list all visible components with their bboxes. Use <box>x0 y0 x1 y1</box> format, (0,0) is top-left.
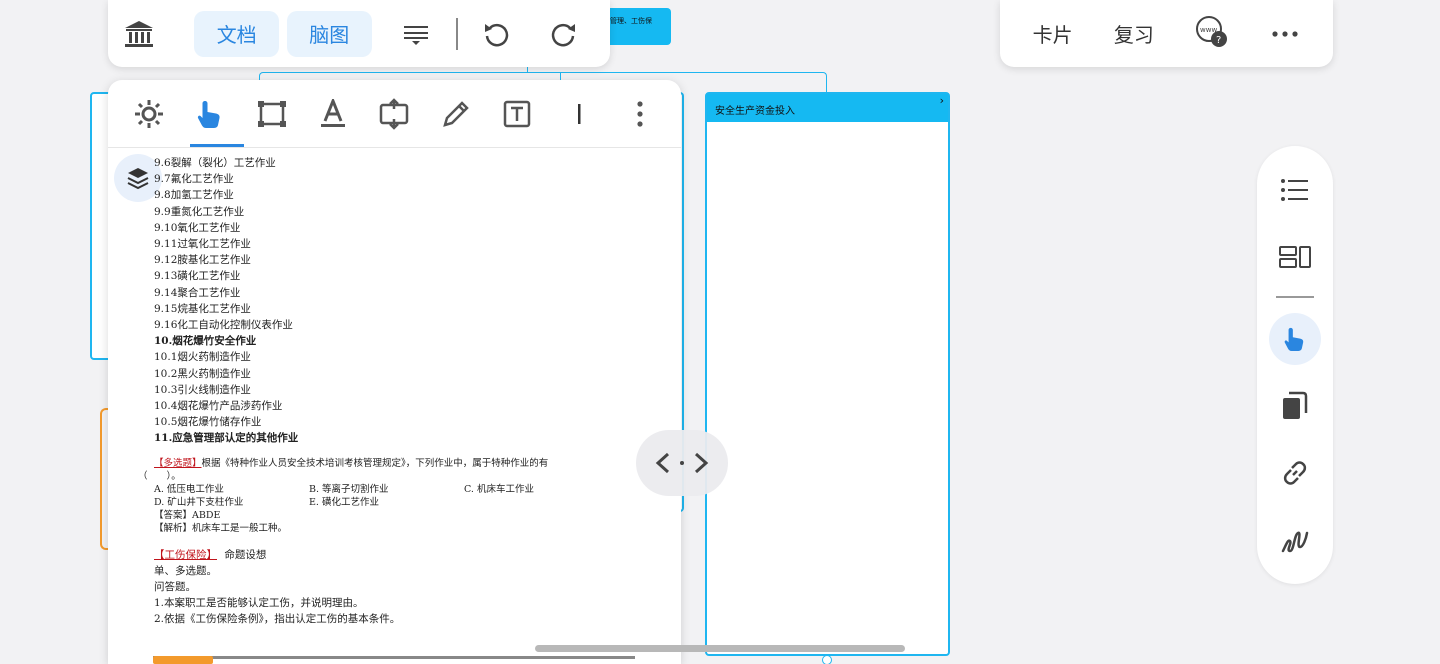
text-style-icon[interactable] <box>313 94 353 134</box>
option-e: E. 磺化工艺作业 <box>309 496 379 508</box>
list-icon[interactable] <box>1269 164 1321 216</box>
chevron-right-icon[interactable]: › <box>940 94 944 107</box>
question-text: 根据《特种作业人员安全技术培训考核管理规定》，下列作业中，属于特种作业的有 <box>201 457 549 469</box>
option-c: C. 机床车工作业 <box>464 483 534 495</box>
mindmap-node-title: 安全生产资金投入 <box>715 106 795 117</box>
doc-line: 10.1烟火药制造作业 <box>154 351 251 364</box>
question-tag: 【多选题】 <box>154 457 202 469</box>
answer-line: 【答案】ABDE <box>154 509 221 521</box>
document-toolbar <box>108 80 681 148</box>
link-icon[interactable] <box>1269 447 1321 499</box>
doc-heading: 11.应急管理部认定的其他作业 <box>154 432 299 445</box>
option-a: A. 低压电工作业 <box>154 483 224 495</box>
text-box-icon[interactable] <box>497 94 537 134</box>
review-button[interactable]: 复习 <box>1114 19 1154 48</box>
doc-line: 10.2黑火药制造作业 <box>154 367 251 380</box>
undo-icon[interactable] <box>474 11 518 57</box>
option-b: B. 等离子切割作业 <box>309 483 389 495</box>
section-title: 命题设想 <box>224 548 267 561</box>
doc-line: 10.5烟花爆竹储存作业 <box>154 416 262 429</box>
panel-swap-handle[interactable] <box>636 430 728 496</box>
side-toolbar-divider <box>1276 296 1314 298</box>
side-toolbar <box>1257 146 1333 584</box>
redo-icon[interactable] <box>542 11 586 57</box>
web-help-icon[interactable]: www? <box>1195 15 1229 53</box>
options-row: D. 矿山井下支柱作业 E. 磺化工艺作业 <box>154 496 671 509</box>
doc-line: 9.9重氮化工艺作业 <box>154 205 245 218</box>
mindmap-node-card[interactable]: 安全生产资金投入 › <box>705 92 950 656</box>
toolbar-divider <box>455 17 458 50</box>
doc-line: 9.12胺基化工艺作业 <box>154 254 251 267</box>
layout-icon[interactable] <box>1269 231 1321 283</box>
section-line: 单、多选题。 <box>154 564 217 577</box>
question-paren: （ ）。 <box>138 470 181 482</box>
next-section-divider <box>153 656 635 664</box>
svg-text:?: ? <box>1216 35 1221 46</box>
mindmap-node-header[interactable]: 安全生产资金投入 › <box>707 94 948 122</box>
select-frame-icon[interactable] <box>252 94 292 134</box>
section-line: 1.本案职工是否能够认定工伤，并说明理由。 <box>154 597 364 610</box>
doc-line: 9.6裂解（裂化）工艺作业 <box>154 157 276 169</box>
freehand-draw-icon[interactable] <box>1269 514 1321 566</box>
option-d: D. 矿山井下支柱作业 <box>154 496 244 508</box>
document-content: 9.6裂解（裂化）工艺作业 9.7氟化工艺作业 9.8加氢工艺作业 9.9重氮化… <box>138 155 671 628</box>
card-button[interactable]: 卡片 <box>1033 19 1073 48</box>
text-cursor-icon[interactable] <box>559 94 599 134</box>
doc-line: 10.4烟花爆竹产品涉药作业 <box>154 400 283 413</box>
section-tag: 【工伤保险】 <box>154 548 217 561</box>
vertical-more-icon[interactable] <box>620 94 660 134</box>
outline-menu-icon[interactable] <box>394 11 438 57</box>
pointer-hand-icon[interactable] <box>1269 312 1321 365</box>
doc-line: 9.13磺化工艺作业 <box>154 270 241 283</box>
options-row: A. 低压电工作业 B. 等离子切割作业 C. 机床车工作业 <box>154 483 671 496</box>
pencil-icon[interactable] <box>436 94 476 134</box>
section-line: 问答题。 <box>154 581 196 594</box>
collapse-node-icon[interactable] <box>822 655 832 664</box>
sync-settings-icon[interactable] <box>129 94 169 134</box>
more-options-icon[interactable] <box>1270 24 1300 43</box>
analysis-line: 【解析】机床车工是一般工种。 <box>154 522 288 534</box>
section-heading: 【工伤保险】 命题设想 <box>154 547 671 563</box>
doc-line: 9.10氧化工艺作业 <box>154 221 241 234</box>
copy-icon[interactable] <box>1269 380 1321 432</box>
doc-line: 9.11过氧化工艺作业 <box>154 238 251 251</box>
doc-line: 9.7氟化工艺作业 <box>154 173 234 186</box>
question-line: 【多选题】根据《特种作业人员安全技术培训考核管理规定》，下列作业中，属于特种作业… <box>154 457 671 470</box>
tab-document[interactable]: 文档 <box>194 10 279 57</box>
pointer-hand-icon[interactable] <box>190 94 245 147</box>
top-toolbar: 文档 脑图 <box>108 0 610 67</box>
library-icon[interactable] <box>120 11 158 57</box>
resize-frame-icon[interactable] <box>374 94 414 134</box>
background-top-card[interactable]: 管理、工伤保 <box>600 8 671 45</box>
doc-line: 9.15烷基化工艺作业 <box>154 302 251 315</box>
doc-line: 10.3引火线制造作业 <box>154 383 251 396</box>
background-top-card-text: 管理、工伤保 <box>610 17 652 25</box>
document-panel: 9.6裂解（裂化）工艺作业 9.7氟化工艺作业 9.8加氢工艺作业 9.9重氮化… <box>108 80 681 664</box>
top-right-toolbar: 卡片 复习 www? <box>1000 0 1333 67</box>
tab-mindmap[interactable]: 脑图 <box>286 10 372 57</box>
doc-line: 9.16化工自动化控制仪表作业 <box>154 319 293 332</box>
doc-line: 9.8加氢工艺作业 <box>154 189 234 202</box>
section-line: 2.依据《工伤保险条例》，指出认定工伤的基本条件。 <box>154 613 401 626</box>
doc-line: 9.14聚合工艺作业 <box>154 286 241 299</box>
horizontal-scrollbar[interactable] <box>535 645 905 652</box>
doc-heading: 10.烟花爆竹安全作业 <box>154 335 257 348</box>
